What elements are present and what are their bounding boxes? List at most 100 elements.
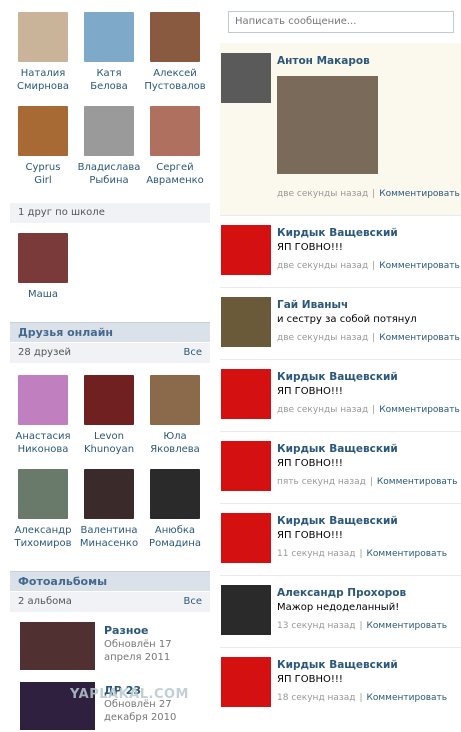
post-time[interactable]: две секунды назад xyxy=(277,261,368,271)
wall-post: Кирдык Ващевский ЯП ГОВНО!!! 18 секунд наз… xyxy=(220,647,461,722)
friend-card[interactable]: Маша xyxy=(10,233,76,301)
friend-first-name[interactable]: Сергей xyxy=(142,161,208,174)
post-time[interactable]: две секунды назад xyxy=(277,405,368,415)
meta-separator: | xyxy=(372,405,376,415)
comment-link[interactable]: Комментировать xyxy=(379,261,460,271)
comment-link[interactable]: Комментировать xyxy=(367,549,448,559)
post-author-name[interactable]: Кирдык Ващевский xyxy=(277,371,398,383)
post-author-avatar[interactable] xyxy=(221,657,271,707)
friend-card[interactable]: Наталия Смирнова xyxy=(10,12,76,93)
friend-first-name[interactable]: Катя xyxy=(76,67,142,80)
friend-avatar[interactable] xyxy=(18,375,68,425)
friend-avatar[interactable] xyxy=(84,469,134,519)
friend-last-name[interactable]: Никонова xyxy=(10,443,76,456)
album-title[interactable]: Разное xyxy=(104,624,149,637)
friend-last-name[interactable]: Яковлева xyxy=(142,443,208,456)
photo-albums-all-link[interactable]: Все xyxy=(183,592,202,612)
post-author-avatar[interactable] xyxy=(221,297,271,347)
friend-last-name[interactable]: Смирнова xyxy=(10,80,76,93)
friend-first-name[interactable]: Levon xyxy=(76,430,142,443)
friend-avatar[interactable] xyxy=(18,106,68,156)
comment-link[interactable]: Комментировать xyxy=(379,333,460,343)
post-time[interactable]: 11 секунд назад xyxy=(277,549,355,559)
post-author-avatar[interactable] xyxy=(221,53,271,103)
friend-first-name[interactable]: Юла xyxy=(142,430,208,443)
friend-card[interactable]: Cyprus Girl xyxy=(10,106,76,187)
friend-first-name[interactable]: Анастасия xyxy=(10,430,76,443)
friend-last-name[interactable]: Тихомиров xyxy=(10,537,76,550)
post-time[interactable]: две секунды назад xyxy=(277,189,368,199)
friend-first-name[interactable]: Наталия xyxy=(10,67,76,80)
friend-card[interactable]: Levon Khunoyan xyxy=(76,375,142,456)
friend-card[interactable]: Валентина Минасенко xyxy=(76,469,142,550)
friend-first-name[interactable]: Владислава xyxy=(76,161,142,174)
friend-last-name[interactable]: Рыбина xyxy=(76,174,142,187)
friend-avatar[interactable] xyxy=(18,469,68,519)
friend-last-name[interactable]: Пустовалов xyxy=(142,80,208,93)
friend-card[interactable]: Катя Белова xyxy=(76,12,142,93)
friend-last-name[interactable]: Ромадина xyxy=(142,537,208,550)
wall-post-input[interactable]: Написать сообщение... xyxy=(228,11,454,33)
friend-last-name[interactable]: Минасенко xyxy=(76,537,142,550)
friend-avatar[interactable] xyxy=(150,469,200,519)
friend-card[interactable]: Сергей Авраменко xyxy=(142,106,208,187)
post-author-name[interactable]: Гай Иваныч xyxy=(277,299,348,311)
album-item[interactable]: Разное Обновлён 17 апреля 2011 xyxy=(20,622,200,672)
comment-link[interactable]: Комментировать xyxy=(379,405,460,415)
post-author-name[interactable]: Кирдык Ващевский xyxy=(277,515,398,527)
friend-avatar[interactable] xyxy=(84,375,134,425)
post-author-name[interactable]: Кирдык Ващевский xyxy=(277,227,398,239)
post-author-avatar[interactable] xyxy=(221,441,271,491)
comment-link[interactable]: Комментировать xyxy=(367,693,448,703)
online-friends-all-link[interactable]: Все xyxy=(183,343,202,363)
friend-card[interactable]: Владислава Рыбина xyxy=(76,106,142,187)
friend-last-name[interactable]: Белова xyxy=(76,80,142,93)
friend-avatar[interactable] xyxy=(150,106,200,156)
post-author-avatar[interactable] xyxy=(221,513,271,563)
friend-first-name[interactable]: Cyprus xyxy=(10,161,76,174)
wall-post: Александр Прохоров Мажор недоделанный! 13 … xyxy=(220,575,461,648)
post-author-name[interactable]: Кирдык Ващевский xyxy=(277,659,398,671)
friend-avatar[interactable] xyxy=(150,12,200,62)
photo-albums-title[interactable]: Фотоальбомы xyxy=(10,571,210,591)
post-time[interactable]: пять секунд назад xyxy=(277,477,366,487)
meta-separator: | xyxy=(372,261,376,271)
friend-avatar[interactable] xyxy=(18,233,68,283)
post-author-avatar[interactable] xyxy=(221,369,271,419)
comment-link[interactable]: Комментировать xyxy=(367,621,448,631)
friend-first-name[interactable]: Анюбка xyxy=(142,524,208,537)
friend-first-name[interactable]: Александр xyxy=(10,524,76,537)
friend-avatar[interactable] xyxy=(84,12,134,62)
online-friends-title[interactable]: Друзья онлайн xyxy=(10,322,210,342)
post-time[interactable]: 18 секунд назад xyxy=(277,693,355,703)
post-author-avatar[interactable] xyxy=(221,585,271,635)
post-author-avatar[interactable] xyxy=(221,225,271,275)
friend-last-name[interactable]: Girl xyxy=(10,174,76,187)
friend-avatar[interactable] xyxy=(84,106,134,156)
friend-last-name[interactable]: Khunoyan xyxy=(76,443,142,456)
meta-separator: | xyxy=(372,189,376,199)
comment-link[interactable]: Комментировать xyxy=(377,477,458,487)
friend-avatar[interactable] xyxy=(150,375,200,425)
post-time[interactable]: две секунды назад xyxy=(277,333,368,343)
wall-post: Гай Иваныч и сестру за собой потянул две с… xyxy=(220,287,461,360)
post-photo[interactable] xyxy=(277,76,378,174)
friend-first-name[interactable]: Валентина xyxy=(76,524,142,537)
post-time[interactable]: 13 секунд назад xyxy=(277,621,355,631)
post-author-name[interactable]: Антон Макаров xyxy=(277,55,370,67)
friend-avatar[interactable] xyxy=(18,12,68,62)
friend-first-name[interactable]: Маша xyxy=(10,288,76,301)
post-text: ЯП ГОВНО!!! xyxy=(277,674,343,685)
comment-link[interactable]: Комментировать xyxy=(379,189,460,199)
friend-card[interactable]: Анюбка Ромадина xyxy=(142,469,208,550)
post-author-name[interactable]: Александр Прохоров xyxy=(277,587,406,599)
friend-last-name[interactable]: Авраменко xyxy=(142,174,208,187)
friend-card[interactable]: Алексей Пустовалов xyxy=(142,12,208,93)
friend-card[interactable]: Анастасия Никонова xyxy=(10,375,76,456)
album-thumbnail[interactable] xyxy=(20,622,95,670)
friend-first-name[interactable]: Алексей xyxy=(142,67,208,80)
post-meta: две секунды назад | Комментировать xyxy=(277,333,460,343)
friend-card[interactable]: Юла Яковлева xyxy=(142,375,208,456)
post-author-name[interactable]: Кирдык Ващевский xyxy=(277,443,398,455)
friend-card[interactable]: Александр Тихомиров xyxy=(10,469,76,550)
